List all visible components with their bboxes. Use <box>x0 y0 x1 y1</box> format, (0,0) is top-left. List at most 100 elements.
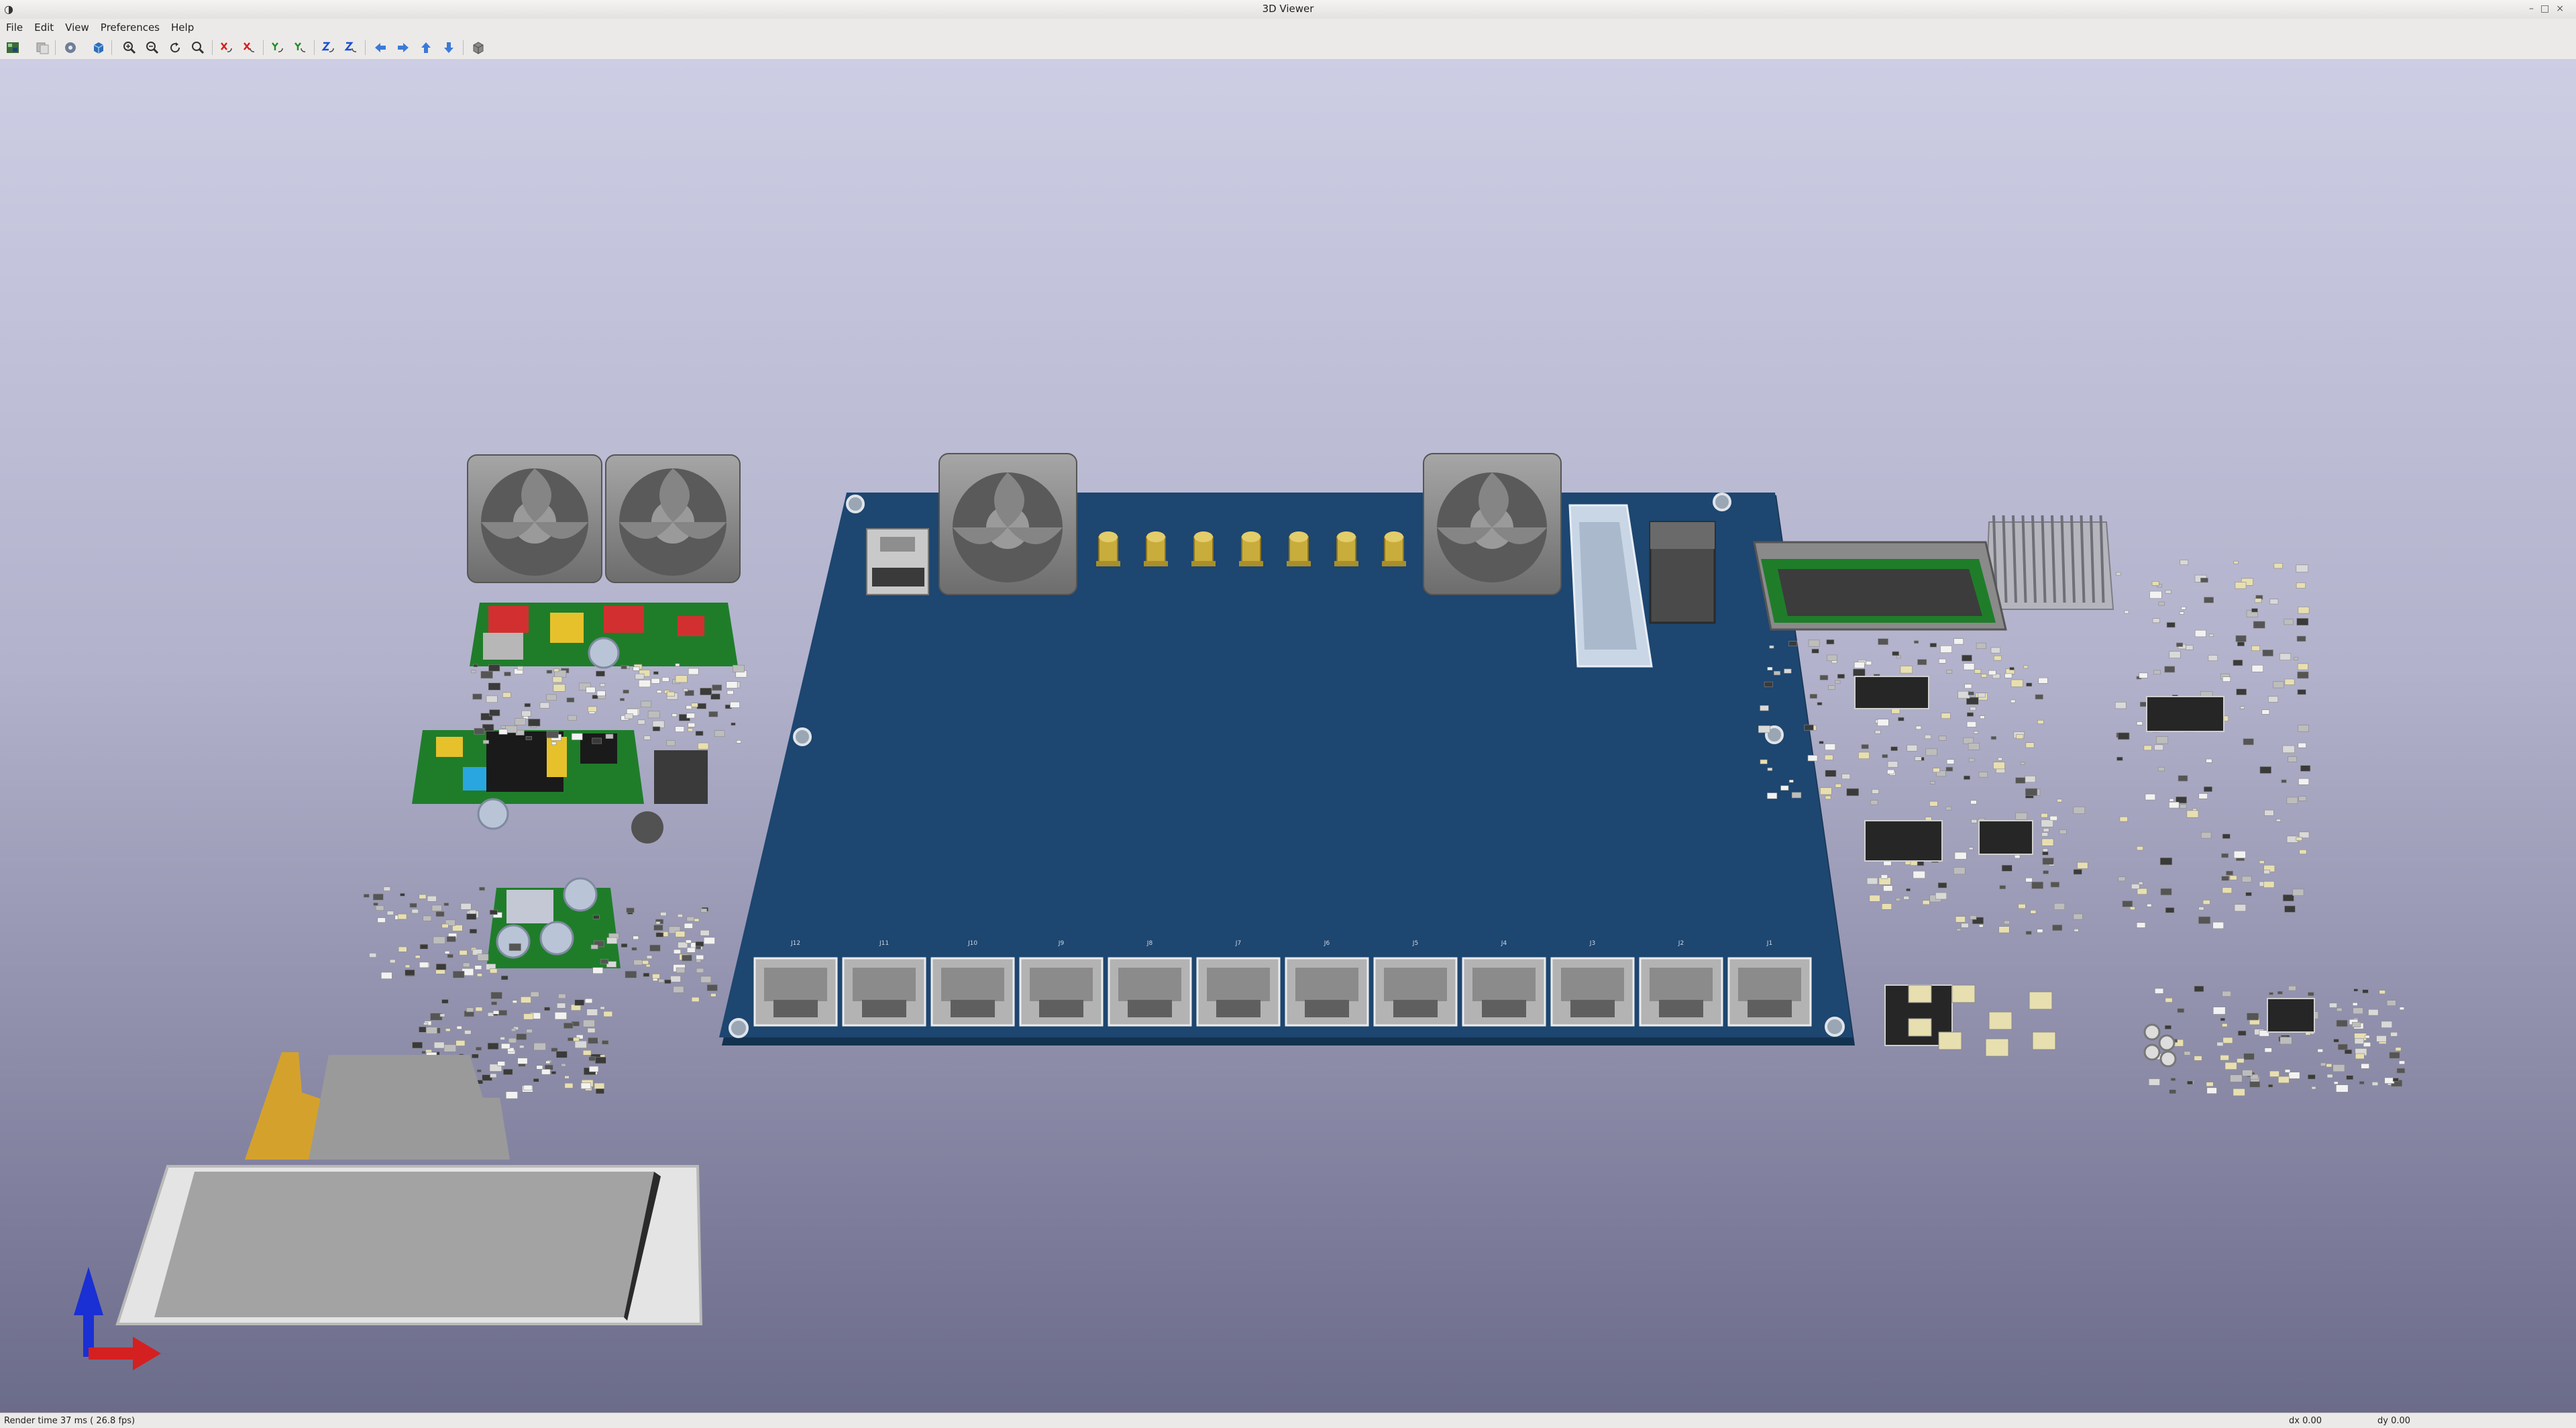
smd-part[interactable] <box>2049 815 2057 821</box>
smd-part[interactable] <box>2251 608 2258 613</box>
smd-part[interactable] <box>587 706 597 713</box>
smd-part[interactable] <box>2023 665 2029 669</box>
smd-part[interactable] <box>1978 772 1988 778</box>
smd-part[interactable] <box>1907 744 1918 752</box>
smd-part[interactable] <box>1807 755 1818 762</box>
smd-part[interactable] <box>2384 1077 2395 1084</box>
smd-part[interactable] <box>584 998 593 1003</box>
smd-part[interactable] <box>2009 667 2015 670</box>
smd-part[interactable] <box>419 894 427 899</box>
smd-part[interactable] <box>691 997 700 1003</box>
smd-part[interactable] <box>2297 689 2306 695</box>
smd-part[interactable] <box>2222 833 2231 839</box>
smd-part[interactable] <box>619 698 625 701</box>
smd-part[interactable] <box>545 1060 551 1064</box>
smd-part[interactable] <box>1825 770 1837 777</box>
smd-part[interactable] <box>372 893 384 901</box>
smd-part[interactable] <box>1924 734 1931 740</box>
smd-part[interactable] <box>2169 651 2181 658</box>
smd-part[interactable] <box>2181 607 2186 610</box>
smd-part[interactable] <box>1946 759 1955 764</box>
smd-part[interactable] <box>1956 928 1962 931</box>
smd-part[interactable] <box>2224 1062 2237 1070</box>
smd-part[interactable] <box>508 943 521 951</box>
smd-part[interactable] <box>2368 1009 2379 1016</box>
smd-part[interactable] <box>647 711 660 719</box>
smd-part[interactable] <box>2202 900 2210 905</box>
standoff[interactable] <box>2143 1043 2161 1061</box>
smd-part[interactable] <box>2237 642 2245 646</box>
smd-part[interactable] <box>1767 666 1773 670</box>
smd-part[interactable] <box>452 970 465 978</box>
smd-part[interactable] <box>1869 895 1880 902</box>
smd-part[interactable] <box>633 960 643 966</box>
smd-part[interactable] <box>2317 1048 2323 1053</box>
smd-part[interactable] <box>1887 761 1898 768</box>
smd-part[interactable] <box>1895 898 1901 901</box>
smd-part[interactable] <box>2221 853 2229 858</box>
pan-right-icon[interactable] <box>394 39 412 56</box>
smd-part[interactable] <box>423 1022 429 1025</box>
rotate-z-ccw-icon[interactable] <box>342 39 360 56</box>
smd-part[interactable] <box>2155 736 2168 744</box>
smd-part[interactable] <box>2307 1074 2316 1080</box>
smd-part[interactable] <box>2298 742 2306 748</box>
smd-part[interactable] <box>2194 629 2206 638</box>
smd-part[interactable] <box>1922 900 1930 905</box>
smd-part[interactable] <box>683 688 688 692</box>
smd-part[interactable] <box>635 673 645 680</box>
smd-part[interactable] <box>2259 860 2265 864</box>
smd-part[interactable] <box>2222 1037 2233 1043</box>
smd-part[interactable] <box>696 959 702 963</box>
smd-part[interactable] <box>427 895 437 902</box>
smd-part[interactable] <box>2010 679 2023 687</box>
inductor[interactable] <box>1908 984 1932 1003</box>
smd-part[interactable] <box>2206 1087 2217 1094</box>
smd-part[interactable] <box>2399 1060 2405 1065</box>
smd-part[interactable] <box>443 1044 457 1052</box>
smd-part[interactable] <box>641 701 651 708</box>
smd-part[interactable] <box>1913 870 1925 879</box>
smd-part[interactable] <box>1892 651 1899 656</box>
smd-part[interactable] <box>536 1065 543 1070</box>
smd-part[interactable] <box>2296 564 2308 572</box>
smd-part[interactable] <box>592 737 602 744</box>
smd-part[interactable] <box>2073 869 2082 875</box>
smd-part[interactable] <box>1760 759 1768 764</box>
smd-part[interactable] <box>1764 681 1773 687</box>
smd-part[interactable] <box>1945 806 1952 811</box>
smd-part[interactable] <box>1966 721 1976 727</box>
smd-part[interactable] <box>1881 903 1892 910</box>
smd-part[interactable] <box>686 916 694 922</box>
smd-part[interactable] <box>2243 1053 2255 1060</box>
smd-part[interactable] <box>2226 870 2233 876</box>
smd-part[interactable] <box>673 986 684 993</box>
smd-part[interactable] <box>1817 702 1823 706</box>
smd-part[interactable] <box>694 918 700 922</box>
smd-part[interactable] <box>472 693 482 700</box>
smd-part[interactable] <box>2155 988 2164 994</box>
power-module[interactable] <box>412 730 708 844</box>
smd-part[interactable] <box>2043 828 2049 832</box>
smd-part[interactable] <box>1915 756 1922 761</box>
smd-part[interactable] <box>712 684 722 691</box>
smd-part[interactable] <box>2169 1089 2177 1094</box>
smd-part[interactable] <box>2042 848 2048 852</box>
smd-part[interactable] <box>455 1040 466 1046</box>
smd-part[interactable] <box>435 963 447 970</box>
smd-part[interactable] <box>2269 599 2279 605</box>
smd-part[interactable] <box>474 727 485 735</box>
smd-part[interactable] <box>2326 1074 2333 1078</box>
smd-part[interactable] <box>1914 640 1919 644</box>
smd-part[interactable] <box>2059 829 2067 835</box>
black-module[interactable] <box>1649 521 1716 624</box>
smd-part[interactable] <box>2282 745 2295 754</box>
smd-part[interactable] <box>530 991 539 997</box>
smd-part[interactable] <box>2279 653 2292 660</box>
inductor[interactable] <box>2032 1031 2056 1050</box>
smd-part[interactable] <box>2237 1030 2247 1036</box>
smd-part[interactable] <box>736 740 741 744</box>
smd-part[interactable] <box>2296 582 2306 589</box>
settings-gear-icon[interactable] <box>62 39 79 56</box>
smd-part[interactable] <box>2281 779 2287 783</box>
